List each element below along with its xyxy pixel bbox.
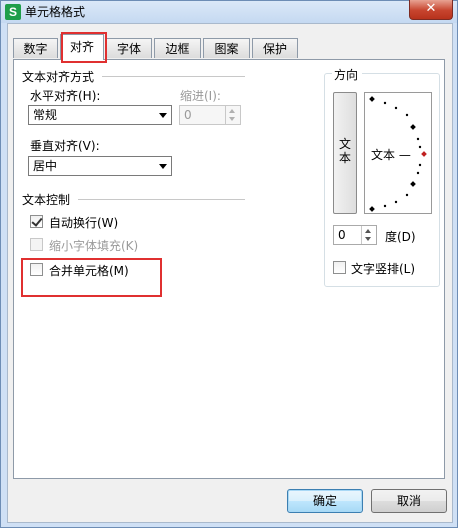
orientation-marker-bottom bbox=[369, 206, 375, 212]
degrees-spinner[interactable]: 0 bbox=[333, 225, 377, 245]
tab-protection[interactable]: 保护 bbox=[252, 38, 298, 58]
tab-patterns[interactable]: 图案 bbox=[203, 38, 250, 58]
tab-number[interactable]: 数字 bbox=[13, 38, 58, 58]
checkmark-icon bbox=[31, 215, 43, 227]
orientation-marker-top bbox=[369, 96, 375, 102]
shrink-to-fit-checkbox[interactable] bbox=[30, 238, 43, 251]
indent-spinner[interactable]: 0 bbox=[179, 105, 241, 125]
tab-font[interactable]: 字体 bbox=[106, 38, 152, 58]
divider bbox=[102, 76, 245, 78]
orientation-preview-text: 文本 — bbox=[371, 148, 411, 162]
vertical-align-value: 居中 bbox=[33, 159, 58, 173]
vertical-text-button[interactable]: 文本 bbox=[333, 92, 357, 214]
ok-button[interactable]: 确定 bbox=[287, 489, 363, 513]
tab-border[interactable]: 边框 bbox=[154, 38, 201, 58]
spin-down-icon bbox=[365, 237, 371, 241]
text-control-section-title: 文本控制 bbox=[22, 191, 75, 208]
degrees-spin-buttons[interactable] bbox=[361, 226, 376, 244]
wrap-text-label[interactable]: 自动换行(W) bbox=[49, 214, 118, 231]
degrees-value: 0 bbox=[338, 228, 346, 242]
orientation-marker-lower bbox=[410, 181, 416, 187]
orientation-section-title: 方向 bbox=[332, 66, 363, 83]
vertical-text-button-label: 文本 bbox=[339, 137, 352, 165]
chevron-down-icon bbox=[159, 113, 167, 118]
cancel-button[interactable]: 取消 bbox=[371, 489, 447, 513]
title-bar[interactable]: S 单元格格式 ✕ bbox=[1, 0, 457, 23]
degrees-label: 度(D) bbox=[385, 230, 416, 244]
spin-down-icon bbox=[229, 117, 235, 121]
indent-label: 缩进(I): bbox=[180, 89, 221, 103]
dialog-client-area: 数字 对齐 字体 边框 图案 保护 文本对齐方式 水平对齐(H): 常规 缩进(… bbox=[7, 23, 453, 523]
dialog-title: 单元格格式 bbox=[25, 5, 86, 19]
text-alignment-section-title: 文本对齐方式 bbox=[22, 68, 99, 85]
horizontal-align-value: 常规 bbox=[33, 108, 58, 122]
shrink-to-fit-label: 缩小字体填充(K) bbox=[49, 239, 139, 253]
orientation-marker-active bbox=[421, 151, 427, 157]
highlight-box-merge-cells bbox=[21, 258, 162, 297]
horizontal-align-label: 水平对齐(H): bbox=[30, 89, 101, 103]
format-cells-dialog: S 单元格格式 ✕ 数字 对齐 字体 边框 图案 保护 文本对齐方式 水平对齐(… bbox=[0, 0, 458, 528]
horizontal-align-select[interactable]: 常规 bbox=[28, 105, 172, 125]
vertical-align-label: 垂直对齐(V): bbox=[30, 139, 100, 153]
vertical-align-select[interactable]: 居中 bbox=[28, 156, 172, 176]
chevron-down-icon bbox=[159, 164, 167, 169]
divider bbox=[78, 199, 245, 201]
indent-value: 0 bbox=[184, 108, 192, 122]
highlight-box-alignment-tab bbox=[61, 32, 107, 63]
close-button[interactable]: ✕ bbox=[409, 0, 453, 20]
app-logo-icon: S bbox=[5, 4, 21, 20]
vertical-stack-label[interactable]: 文字竖排(L) bbox=[351, 260, 415, 277]
orientation-dial[interactable]: 文本 — bbox=[364, 92, 432, 214]
wrap-text-checkbox[interactable] bbox=[30, 215, 43, 228]
vertical-stack-checkbox[interactable] bbox=[333, 261, 346, 274]
spin-up-icon bbox=[365, 229, 371, 233]
orientation-marker-upper bbox=[410, 124, 416, 130]
indent-spin-buttons[interactable] bbox=[225, 106, 240, 124]
spin-up-icon bbox=[229, 109, 235, 113]
